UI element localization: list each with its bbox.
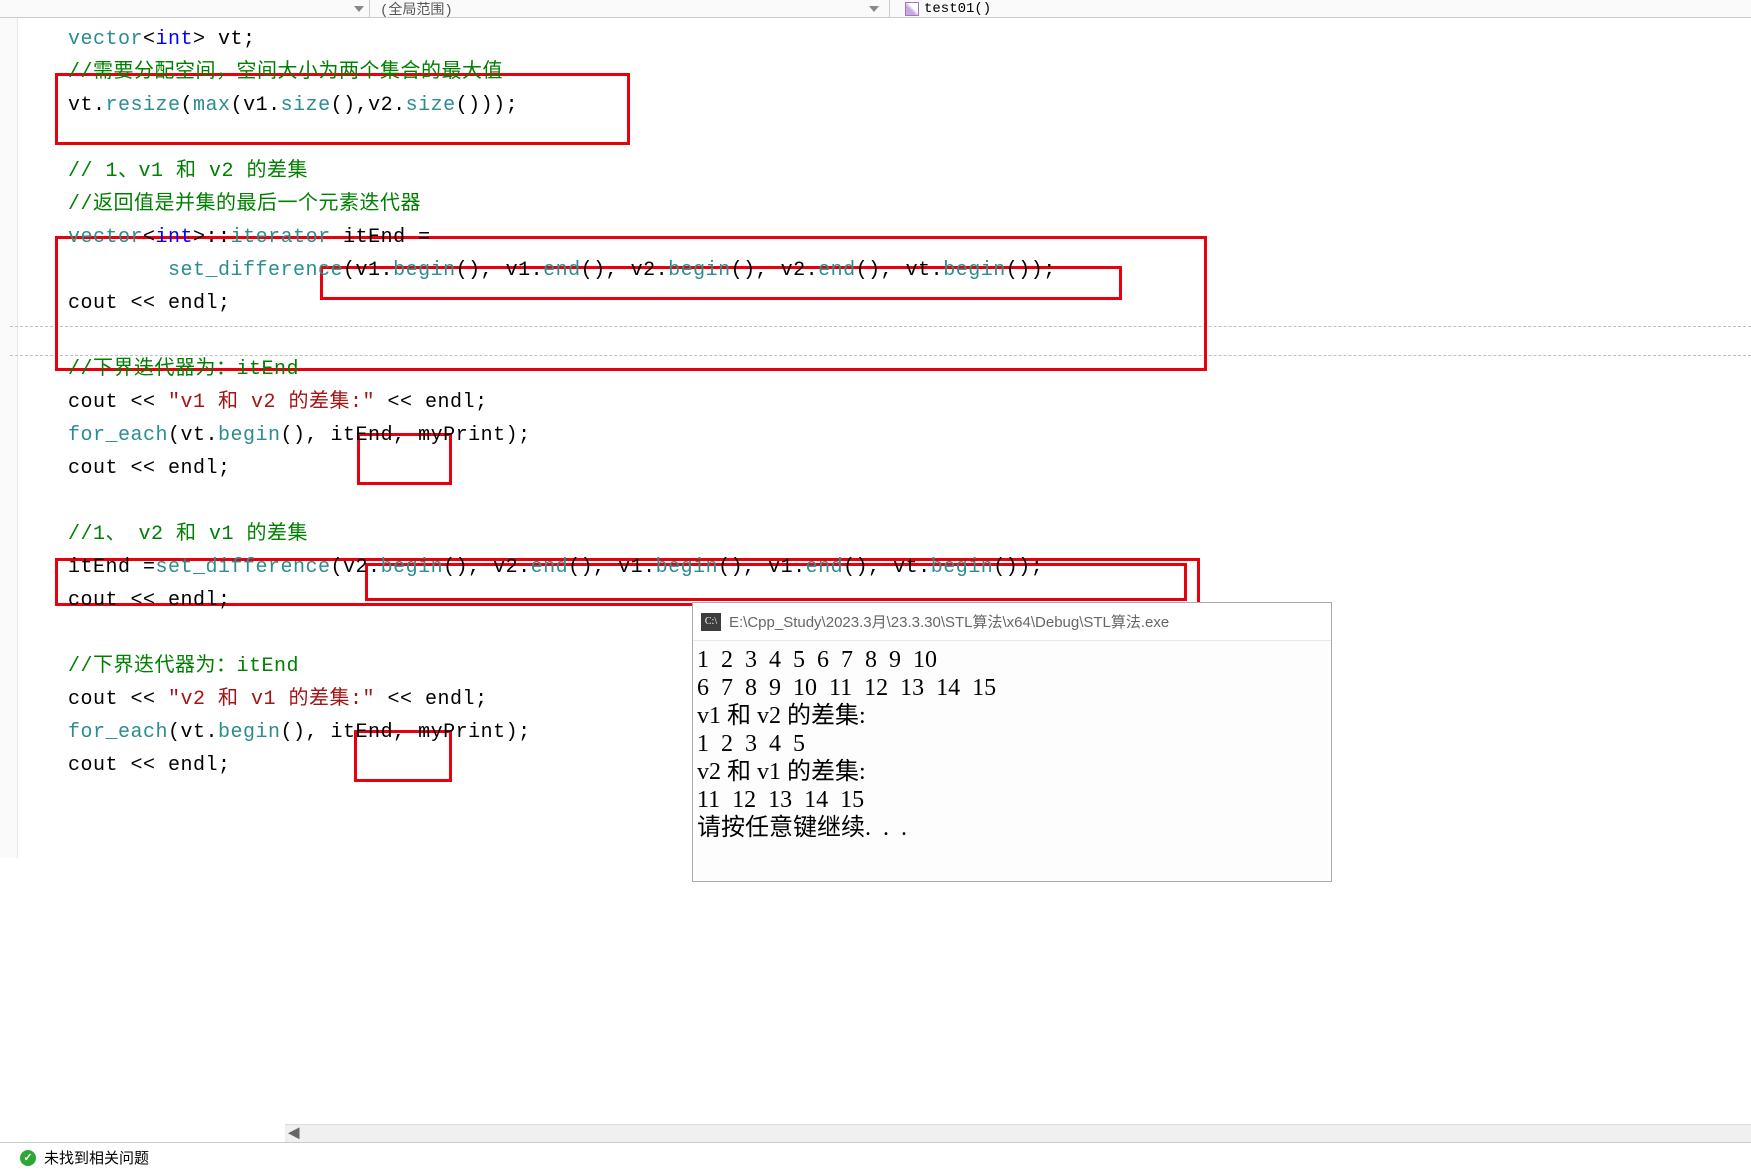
scope-label: (全局范围) [380, 0, 453, 19]
scroll-left-icon[interactable]: ◄ [285, 1125, 303, 1143]
cube-icon [905, 2, 919, 16]
code-line: set_difference(v1.begin(), v1.end(), v2.… [68, 254, 1751, 287]
code-line: //返回值是并集的最后一个元素迭代器 [68, 188, 1751, 221]
console-line: v2 和 v1 的差集: [697, 758, 1327, 786]
console-line: 1 2 3 4 5 [697, 730, 1327, 758]
top-breadcrumb-bar: (全局范围) test01() [0, 0, 1751, 18]
console-line: 1 2 3 4 5 6 7 8 9 10 [697, 646, 1327, 674]
console-line: 6 7 8 9 10 11 12 13 14 15 [697, 674, 1327, 702]
code-line: cout << endl; [68, 287, 1751, 320]
code-line: //需要分配空间，空间大小为两个集合的最大值 [68, 56, 1751, 89]
horizontal-scrollbar[interactable]: ◄ [285, 1124, 1751, 1142]
code-line: cout << "v1 和 v2 的差集:" << endl; [68, 386, 1751, 419]
console-line: 11 12 13 14 15 [697, 786, 1327, 814]
scope-dropdown-center[interactable]: (全局范围) [370, 0, 890, 17]
function-dropdown[interactable]: test01() [890, 0, 991, 17]
code-line: // 1、v1 和 v2 的差集 [68, 155, 1751, 188]
code-line: //1、 v2 和 v1 的差集 [68, 518, 1751, 551]
code-line [68, 122, 1751, 155]
code-line: vt.resize(max(v1.size(),v2.size())); [68, 89, 1751, 122]
console-output: 1 2 3 4 5 6 7 8 9 10 6 7 8 9 10 11 12 13… [693, 641, 1331, 847]
console-path: E:\Cpp_Study\2023.3月\23.3.30\STL算法\x64\D… [729, 611, 1169, 632]
code-line: //下界迭代器为：itEnd [68, 353, 1751, 386]
console-line: 请按任意键继续. . . [697, 814, 1327, 842]
code-line [68, 485, 1751, 518]
scope-dropdown-left[interactable] [0, 0, 370, 17]
check-icon: ✓ [20, 1150, 36, 1166]
console-window[interactable]: C:\ E:\Cpp_Study\2023.3月\23.3.30\STL算法\x… [692, 602, 1332, 882]
console-titlebar[interactable]: C:\ E:\Cpp_Study\2023.3月\23.3.30\STL算法\x… [693, 603, 1331, 641]
code-line: vector<int>::iterator itEnd = [68, 221, 1751, 254]
status-bar: ✓ 未找到相关问题 [0, 1142, 1751, 1172]
status-message: 未找到相关问题 [44, 1147, 149, 1168]
chevron-down-icon [354, 6, 364, 12]
chevron-down-icon [869, 6, 879, 12]
code-line [68, 320, 1751, 353]
console-icon: C:\ [701, 613, 721, 631]
editor-gutter [0, 18, 18, 858]
function-name: test01() [924, 1, 991, 17]
console-line: v1 和 v2 的差集: [697, 702, 1327, 730]
code-line: itEnd =set_difference(v2.begin(), v2.end… [68, 551, 1751, 584]
code-line: cout << endl; [68, 452, 1751, 485]
code-line: vector<int> vt; [68, 23, 1751, 56]
code-line: for_each(vt.begin(), itEnd, myPrint); [68, 419, 1751, 452]
